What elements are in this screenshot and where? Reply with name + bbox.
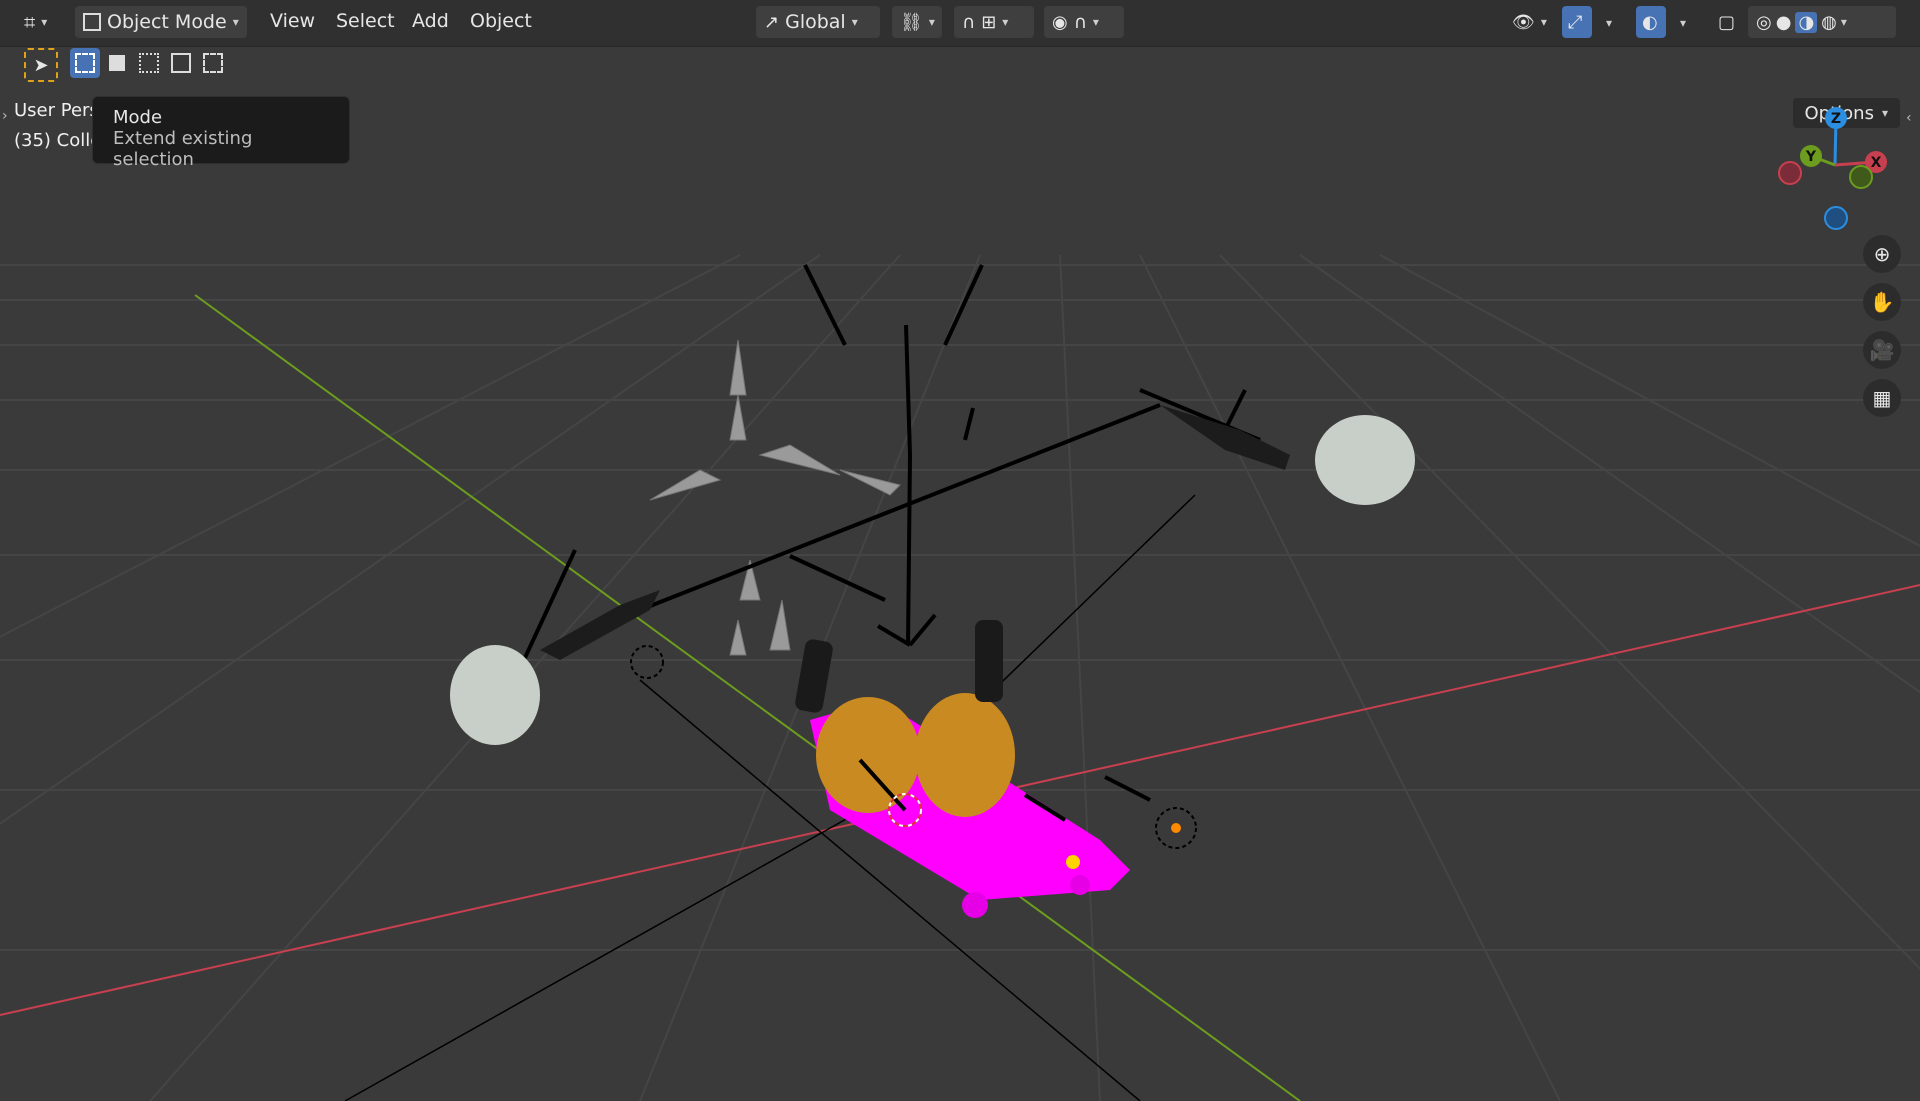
xray-icon: ▢ <box>1718 11 1736 33</box>
view-name: User Pers <box>14 100 99 121</box>
light-empty-right[interactable] <box>1155 807 1197 849</box>
proportional-editing-icon: ◉ <box>1052 11 1068 33</box>
gizmo-toggle[interactable]: ⤢ <box>1562 6 1592 38</box>
navigation-gizmo[interactable]: Z Y X <box>1770 100 1900 235</box>
select-subtract-icon <box>139 53 159 73</box>
mode-invert-button[interactable] <box>166 48 196 78</box>
tool-settings-row: ➤ Options ▾ <box>0 48 1920 128</box>
chevron-down-icon: ▾ <box>232 15 239 29</box>
select-invert-icon <box>171 53 191 73</box>
mode-intersect-button[interactable] <box>198 48 228 78</box>
pivot-point-button[interactable]: ⛓ ▾ <box>892 6 942 38</box>
gizmo-chevron-icon[interactable]: ▾ <box>1606 16 1612 30</box>
select-tool-button[interactable]: ➤ <box>24 48 58 82</box>
guide-lines <box>344 494 1196 1101</box>
zoom-button[interactable]: ⊕ <box>1863 235 1901 273</box>
select-intersect-icon <box>203 53 223 73</box>
neg-z-axis-ball[interactable] <box>1824 206 1848 230</box>
overlays-chevron-icon[interactable]: ▾ <box>1680 16 1686 30</box>
menu-add[interactable]: Add <box>412 10 449 32</box>
magnet-icon: ∩ <box>962 11 976 33</box>
snap-button[interactable]: ∩ ⊞ ▾ <box>954 6 1034 38</box>
cursor-arrow-icon: ➤ <box>33 54 49 76</box>
sidebar-expand-icon[interactable]: ‹ <box>1906 110 1912 126</box>
pivot-point-icon: ⛓ <box>900 11 923 33</box>
mode-label: Object Mode <box>107 11 227 33</box>
tooltip-title: Mode <box>113 107 163 128</box>
light-empty-left[interactable] <box>630 645 664 679</box>
chevron-down-icon: ▾ <box>1840 15 1847 29</box>
gizmo-x-label: X <box>1871 155 1882 171</box>
chevron-down-icon: ▾ <box>41 15 48 29</box>
neg-x-axis-ball[interactable] <box>1778 161 1802 185</box>
floor-grid <box>0 254 1920 1101</box>
chevron-down-icon: ▾ <box>851 15 858 29</box>
menu-select[interactable]: Select <box>336 10 395 32</box>
mode-set-button[interactable] <box>70 48 100 78</box>
transform-orientation-label: Global <box>785 11 846 33</box>
solid-shading-icon[interactable]: ● <box>1776 12 1792 33</box>
pan-button[interactable]: ✋ <box>1863 283 1901 321</box>
snap-increment-icon: ⊞ <box>981 11 997 33</box>
mode-selector[interactable]: Object Mode ▾ <box>75 6 247 38</box>
select-new-icon <box>75 53 95 73</box>
zoom-icon: ⊕ <box>1873 242 1891 266</box>
arm-meshes[interactable] <box>450 405 1415 745</box>
falloff-curve-icon: ∩ <box>1073 11 1087 33</box>
editor-type-button[interactable]: ⌗ ▾ <box>16 6 64 38</box>
hand-icon: ✋ <box>1869 290 1895 314</box>
overlays-toggle[interactable]: ◐ <box>1636 6 1666 38</box>
editor-type-icon: ⌗ <box>24 10 36 34</box>
tooltip: Mode Extend existing selection <box>92 96 350 170</box>
neg-y-axis-ball[interactable] <box>1849 165 1873 189</box>
gizmo-z-label: Z <box>1831 111 1841 127</box>
grid-perspective-icon: ▦ <box>1872 386 1892 410</box>
material-preview-icon[interactable]: ◑ <box>1795 11 1818 33</box>
collection-label: (35) Colle <box>14 130 102 151</box>
visibility-button[interactable]: 👁 ▾ <box>1504 6 1552 38</box>
gizmo-icon: ⤢ <box>1568 11 1583 33</box>
chevron-down-icon: ▾ <box>928 15 935 29</box>
mode-subtract-button[interactable] <box>134 48 164 78</box>
wireframe-shading-icon[interactable]: ◎ <box>1756 12 1772 33</box>
mode-extend-button[interactable] <box>102 48 132 78</box>
tooltip-description: Extend existing selection <box>113 128 253 170</box>
toolbar-expand-icon[interactable]: › <box>2 108 8 124</box>
menu-view[interactable]: View <box>270 10 315 32</box>
object-mode-icon <box>83 13 101 31</box>
menu-object[interactable]: Object <box>470 10 532 32</box>
chevron-down-icon: ▾ <box>1092 15 1099 29</box>
viewport-header: ⌗ ▾ Object Mode ▾ View Select Add Object… <box>0 0 1920 47</box>
camera-icon: 🎥 <box>1869 338 1895 362</box>
xray-toggle[interactable]: ▢ <box>1710 6 1742 38</box>
overlays-icon: ◐ <box>1642 11 1658 33</box>
ghost-armature <box>649 339 901 656</box>
rendered-shading-icon[interactable]: ◍ <box>1821 12 1837 33</box>
perspective-toggle-button[interactable]: ▦ <box>1863 379 1901 417</box>
proportional-editing-button[interactable]: ◉ ∩ ▾ <box>1044 6 1124 38</box>
chevron-down-icon: ▾ <box>1540 15 1547 29</box>
select-extend-icon <box>109 55 125 71</box>
transform-orientation-selector[interactable]: ↗ Global ▾ <box>756 6 880 38</box>
gizmo-y-label: Y <box>1805 149 1817 165</box>
chevron-down-icon: ▾ <box>1002 15 1009 29</box>
eye-icon: 👁 <box>1512 11 1535 33</box>
camera-view-button[interactable]: 🎥 <box>1863 331 1901 369</box>
shading-selector[interactable]: ◎ ● ◑ ◍ ▾ <box>1748 6 1896 38</box>
orientation-axes-icon: ↗ <box>764 11 780 33</box>
